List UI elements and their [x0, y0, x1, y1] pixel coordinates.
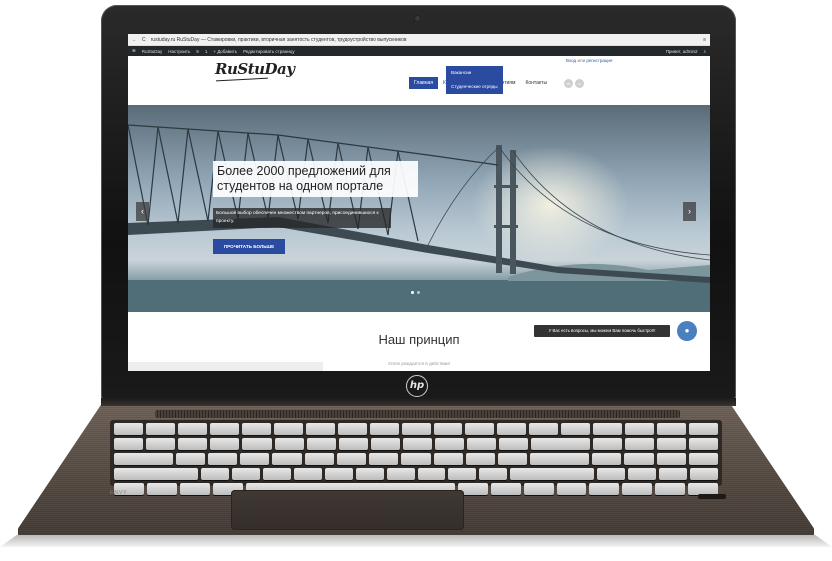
webcam — [415, 16, 420, 21]
laptop-base-edge — [0, 535, 832, 547]
slider-next-button[interactable]: › — [683, 202, 696, 221]
read-more-button[interactable]: ПРОЧИТАТЬ БОЛЬШЕ — [213, 239, 285, 254]
laptop-screen: ← C rustuday.ru RuStuDay — Стажировки, п… — [128, 34, 710, 371]
hero-slider: Более 2000 предложений для студентов на … — [128, 105, 710, 312]
back-icon[interactable]: ← — [132, 37, 137, 43]
browser-toolbar: ← C rustuday.ru RuStuDay — Стажировки, п… — [128, 34, 710, 46]
login-links: Вход или регистрация — [566, 58, 612, 63]
chat-icon[interactable]: ● — [677, 321, 697, 341]
touchpad — [231, 490, 464, 530]
admin-edit-link[interactable]: Редактировать страницу — [243, 49, 294, 54]
wp-admin-bar: ⊕ RuStuDay Настроить 9 1 + Добавить Реда… — [128, 46, 710, 56]
wp-logo-icon[interactable]: ⊕ — [132, 48, 136, 54]
admin-greeting[interactable]: Привет, admin2 — [666, 49, 698, 54]
admin-site-link[interactable]: RuStuDay — [142, 49, 163, 54]
hero-title: Более 2000 предложений для студентов на … — [213, 161, 418, 197]
reload-icon[interactable]: C — [142, 37, 146, 43]
keyboard — [110, 420, 722, 495]
hp-logo: hp — [406, 375, 428, 397]
nav-contacts[interactable]: Контакты — [520, 77, 552, 89]
nav-home[interactable]: Главная — [409, 77, 439, 89]
vk-icon[interactable]: vk — [564, 78, 574, 88]
candidates-dropdown: Вакансии Студенческие отряды — [446, 66, 503, 94]
admin-updates-count[interactable]: 9 — [196, 49, 199, 54]
speaker-grille — [155, 410, 680, 418]
ok-icon[interactable]: o — [575, 78, 585, 88]
laptop-hinge — [101, 398, 736, 406]
logo-underline — [216, 77, 268, 82]
status-bar — [128, 362, 323, 371]
chat-prompt[interactable]: У Вас есть вопросы, мы можем Вам помочь … — [534, 325, 670, 337]
admin-customize-link[interactable]: Настроить — [168, 49, 190, 54]
envy-logo: ENVY — [110, 490, 128, 496]
fingerprint-reader — [698, 494, 726, 499]
address-bar[interactable]: rustuday.ru RuStuDay — Стажировки, практ… — [151, 37, 698, 43]
search-icon[interactable]: ⌕ — [703, 49, 706, 54]
slider-dots — [411, 291, 420, 294]
login-or: или — [577, 58, 586, 63]
slider-dot[interactable] — [411, 291, 414, 294]
dropdown-item-student-teams[interactable]: Студенческие отряды — [446, 80, 503, 94]
site-header: RuStuDay Вход или регистрация Главная Ка… — [128, 56, 710, 106]
hero-subtitle: Большой выбор обеспечен множеством партн… — [213, 208, 391, 228]
menu-icon[interactable]: ≡ — [703, 37, 706, 43]
social-icons: vk o — [564, 78, 585, 88]
dropdown-item-vacancies[interactable]: Вакансии — [446, 66, 503, 80]
register-link[interactable]: регистрация — [586, 58, 612, 63]
login-link[interactable]: Вход — [566, 58, 576, 63]
admin-add-link[interactable]: + Добавить — [213, 49, 237, 54]
slider-prev-button[interactable]: ‹ — [136, 202, 149, 221]
admin-comments-count[interactable]: 1 — [205, 49, 208, 54]
site-logo[interactable]: RuStuDay — [215, 60, 295, 78]
slider-dot[interactable] — [417, 291, 420, 294]
